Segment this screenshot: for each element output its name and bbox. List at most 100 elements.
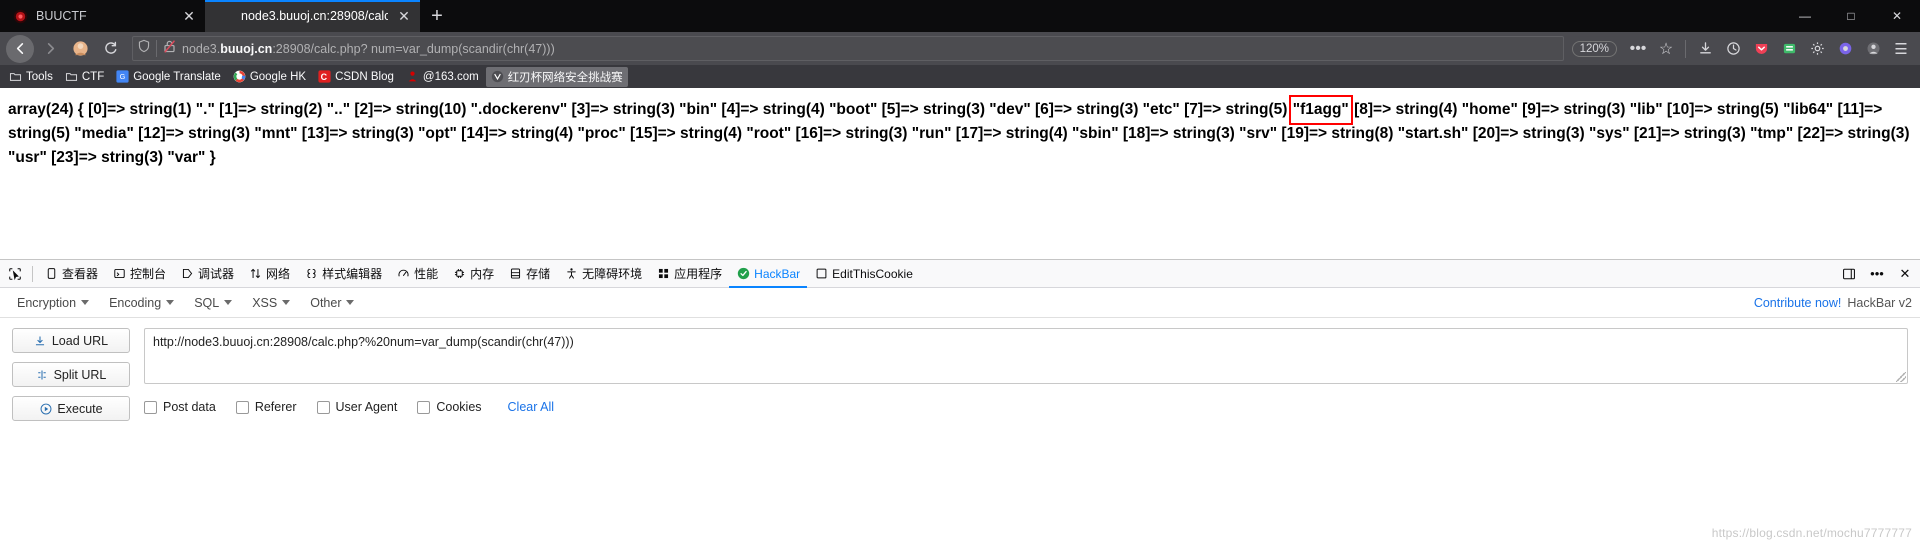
browser-tab-buuctf[interactable]: BUUCTF ✕: [0, 0, 205, 32]
checkbox-user-agent[interactable]: User Agent: [316, 400, 398, 414]
devtools-tab-debugger[interactable]: 调试器: [173, 260, 241, 288]
button-label: Execute: [57, 401, 103, 416]
checkbox-post-data[interactable]: Post data: [144, 400, 216, 414]
devtools-tab-network[interactable]: 网络: [241, 260, 297, 288]
devtools-tab-label: 存储: [526, 267, 551, 281]
svg-text:G: G: [120, 72, 126, 81]
mail163-icon: [406, 70, 419, 83]
bookmark-tools[interactable]: Tools: [4, 68, 58, 85]
hackbar-menu-encryption[interactable]: Encryption: [8, 293, 98, 313]
broken-lock-icon[interactable]: [162, 39, 177, 59]
bookmark-ctf[interactable]: CTF: [60, 68, 109, 85]
hamburger-menu-icon[interactable]: ☰: [1888, 36, 1914, 62]
element-picker-icon[interactable]: [2, 261, 28, 287]
hackbar-menu-xss[interactable]: XSS: [243, 293, 299, 313]
contribute-link[interactable]: Contribute now!: [1754, 296, 1842, 310]
load-url-button[interactable]: Load URL: [12, 328, 130, 353]
button-label: Split URL: [53, 367, 107, 382]
extension-icon[interactable]: [1832, 36, 1858, 62]
devtools-tab-label: EditThisCookie: [832, 266, 913, 281]
checkbox-box[interactable]: [235, 400, 249, 414]
devtools-tab-style-editor[interactable]: 样式编辑器: [297, 260, 389, 288]
checkbox-label: Referer: [254, 400, 297, 414]
chevron-down-icon: [224, 300, 233, 305]
dock-icon[interactable]: [1836, 261, 1862, 287]
bookmark-163-mail[interactable]: @163.com: [401, 68, 484, 85]
checkbox-box[interactable]: [144, 400, 157, 414]
window-minimize-button[interactable]: —: [1782, 0, 1828, 32]
bookmark-label: Tools: [26, 70, 53, 83]
hackbar-version-label: HackBar v2: [1847, 295, 1912, 310]
debugger-icon: [180, 267, 194, 281]
tab-label: BUUCTF: [36, 9, 87, 23]
devtools-meatball-icon[interactable]: •••: [1864, 261, 1890, 287]
checkbox-box[interactable]: [316, 400, 330, 414]
container-icon[interactable]: [1776, 36, 1802, 62]
window-close-button[interactable]: ✕: [1874, 0, 1920, 32]
new-tab-button[interactable]: +: [420, 0, 454, 32]
back-button[interactable]: [6, 34, 34, 63]
zoom-level-badge[interactable]: 120%: [1571, 40, 1617, 57]
bookmark-google-translate[interactable]: G Google Translate: [111, 68, 226, 85]
bookmark-google-hk[interactable]: Google HK: [228, 68, 311, 85]
account-icon[interactable]: [1860, 36, 1886, 62]
browser-tab-calc-php[interactable]: node3.buuoj.cn:28908/calc.php? ✕: [205, 0, 420, 32]
download-icon[interactable]: [1692, 36, 1718, 62]
svg-text:C: C: [321, 72, 328, 82]
overflow-menu-icon[interactable]: •••: [1625, 36, 1651, 62]
tab-close-icon[interactable]: ✕: [181, 8, 197, 24]
bookmark-star-icon[interactable]: ☆: [1653, 36, 1679, 62]
forward-button[interactable]: [36, 35, 64, 63]
devtools-tab-inspector[interactable]: 查看器: [37, 260, 105, 288]
devtools-tab-editthiscookie[interactable]: EditThisCookie: [807, 260, 920, 288]
devtools-tab-accessibility[interactable]: 无障碍环境: [557, 260, 649, 288]
url-identity-box[interactable]: [137, 39, 157, 58]
translate-icon: G: [116, 70, 129, 83]
window-maximize-button[interactable]: □: [1828, 0, 1874, 32]
cookie-icon: [814, 267, 828, 281]
tab-strip: BUUCTF ✕ node3.buuoj.cn:28908/calc.php? …: [0, 0, 454, 32]
url-text[interactable]: node3.buuoj.cn:28908/calc.php? num=var_d…: [182, 42, 1559, 56]
tab-close-icon[interactable]: ✕: [396, 8, 412, 24]
shield-icon[interactable]: [137, 39, 151, 58]
devtools-tab-performance[interactable]: 性能: [389, 260, 445, 288]
execute-button[interactable]: Execute: [12, 396, 130, 421]
console-icon: [112, 267, 126, 281]
devtools-tab-storage[interactable]: 存储: [501, 260, 557, 288]
hackbar-menu-sql[interactable]: SQL: [185, 293, 241, 313]
menu-label: XSS: [252, 295, 278, 310]
toolbar-divider: [1685, 39, 1686, 58]
watermark-text: https://blog.csdn.net/mochu7777777: [1711, 526, 1912, 540]
hackbar-menu-other[interactable]: Other: [301, 293, 363, 313]
bookmark-csdn-blog[interactable]: C CSDN Blog: [313, 68, 399, 85]
split-url-button[interactable]: Split URL: [12, 362, 130, 387]
dump-text-before: array(24) { [0]=> string(1) "." [1]=> st…: [8, 101, 1292, 118]
url-bar[interactable]: node3.buuoj.cn:28908/calc.php? num=var_d…: [132, 36, 1564, 61]
checkbox-box[interactable]: [417, 400, 431, 414]
bookmark-label: Google Translate: [133, 70, 221, 83]
checkbox-label: User Agent: [335, 400, 398, 414]
reload-button[interactable]: [96, 35, 124, 63]
home-icon[interactable]: [66, 35, 94, 63]
checkbox-label: Post data: [163, 400, 216, 414]
menu-label: Other: [310, 295, 342, 310]
devtools-tab-label: 网络: [266, 267, 291, 281]
menu-label: SQL: [194, 295, 220, 310]
hackbar-url-textarea[interactable]: http://node3.buuoj.cn:28908/calc.php?%20…: [144, 328, 1908, 384]
resize-grip-icon[interactable]: [1896, 372, 1906, 382]
devtools-tab-console[interactable]: 控制台: [105, 260, 173, 288]
checkbox-referer[interactable]: Referer: [235, 400, 297, 414]
devtools-tab-memory[interactable]: 内存: [445, 260, 501, 288]
bookmark-hongren-cup[interactable]: 红刃杯网络安全挑战赛: [485, 66, 628, 87]
pocket-icon[interactable]: [1748, 36, 1774, 62]
clear-all-link[interactable]: Clear All: [508, 400, 555, 414]
devtools-close-icon[interactable]: ✕: [1892, 261, 1918, 287]
hackbar-menu-encoding[interactable]: Encoding: [100, 293, 183, 313]
history-icon[interactable]: [1720, 36, 1746, 62]
devtools-tab-application[interactable]: 应用程序: [649, 260, 729, 288]
devtools-tab-hackbar[interactable]: HackBar: [729, 260, 808, 288]
execute-icon: [39, 402, 52, 415]
gear-icon[interactable]: [1804, 36, 1830, 62]
bookmark-label: Google HK: [249, 70, 307, 83]
checkbox-cookies[interactable]: Cookies: [417, 400, 482, 414]
